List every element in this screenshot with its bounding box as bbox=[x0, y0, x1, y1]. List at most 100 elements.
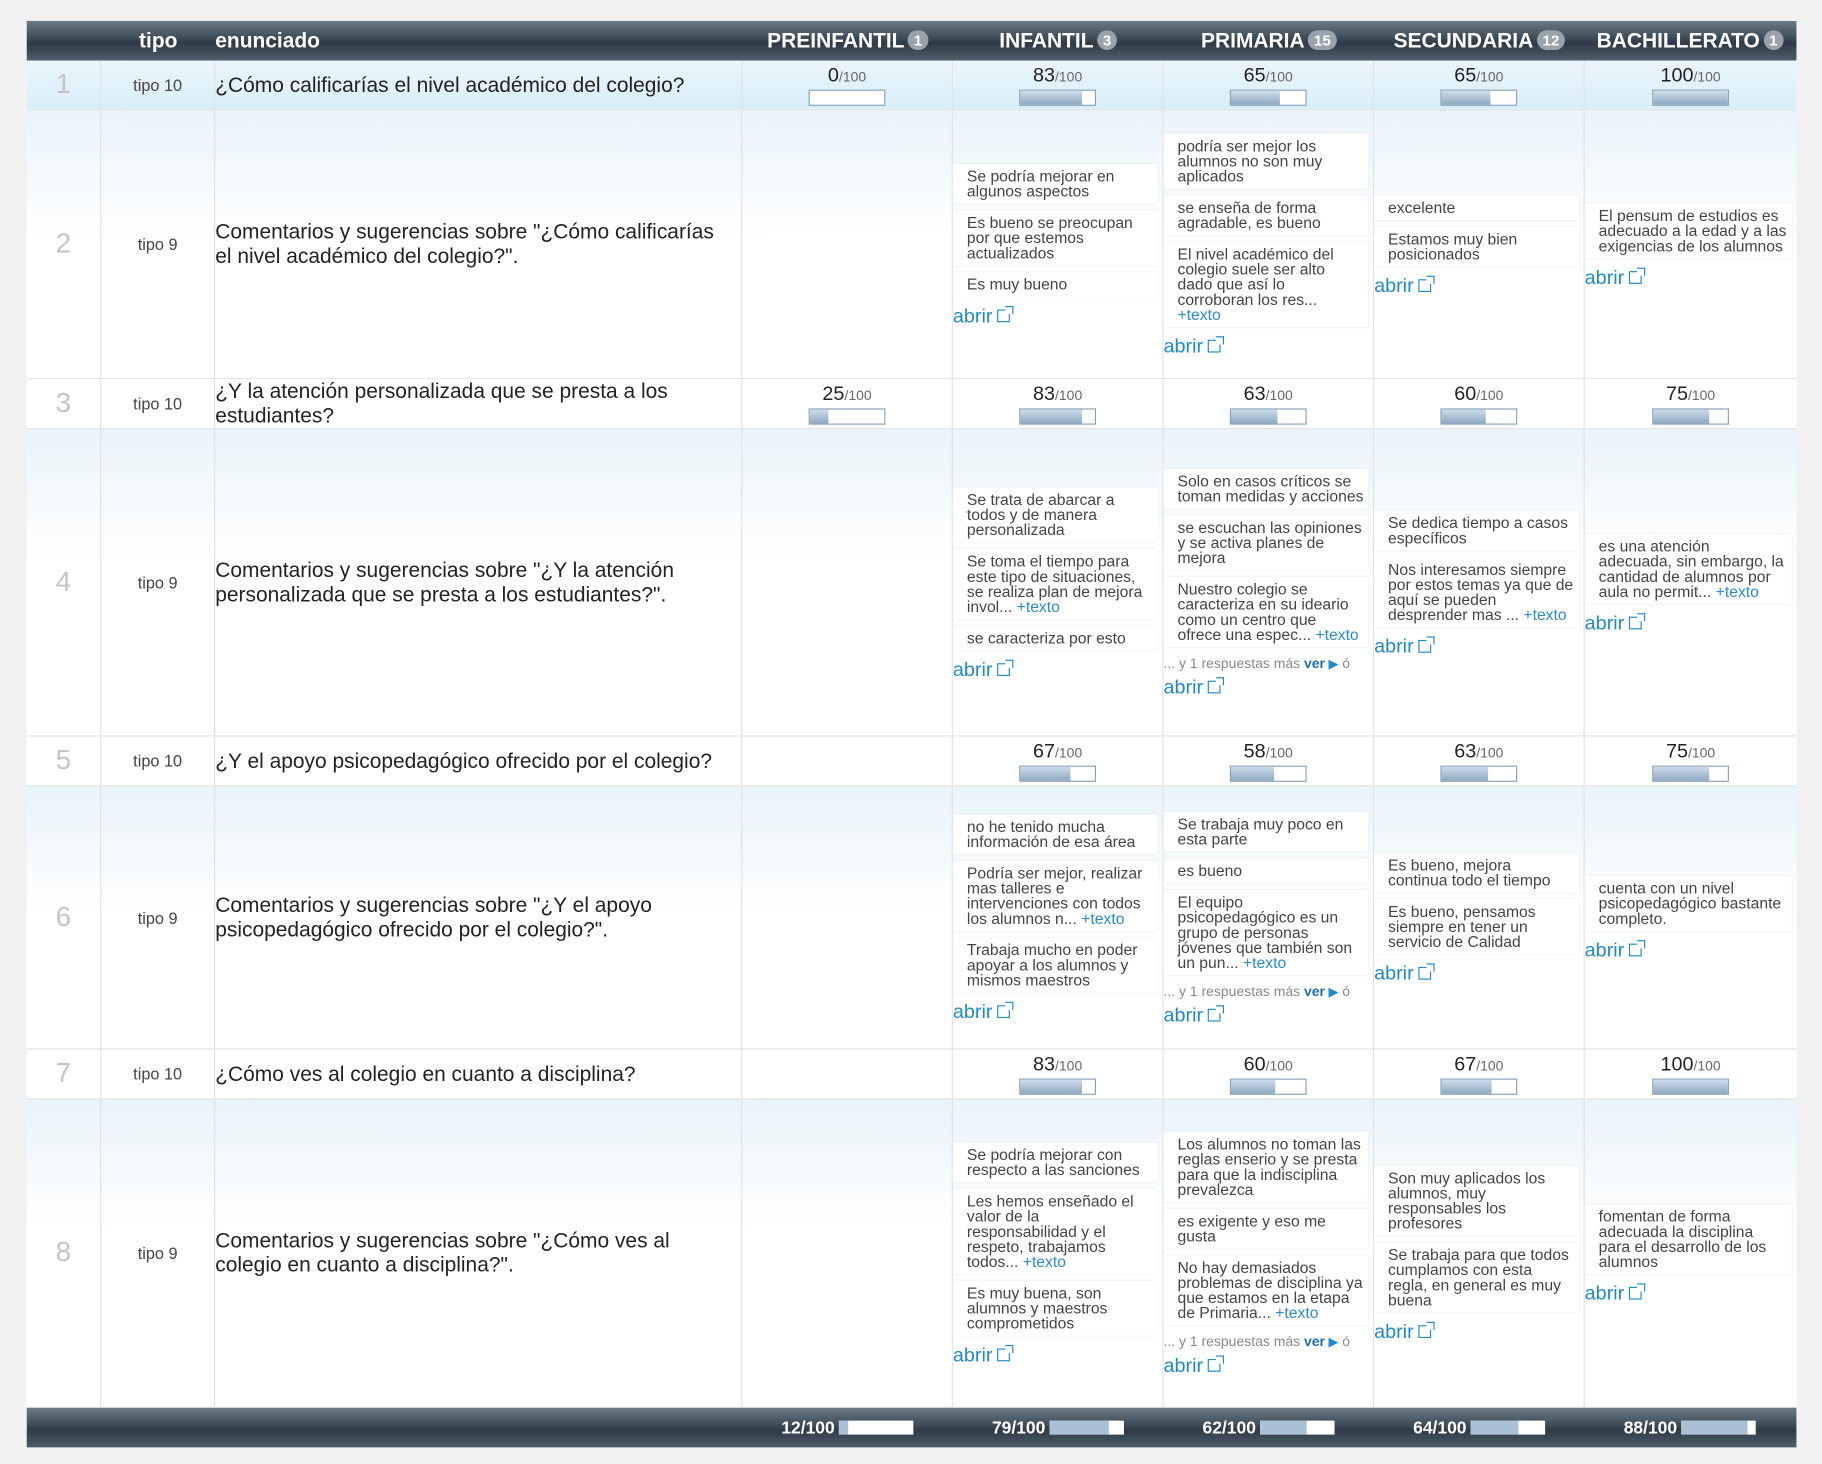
footer-bar-fill bbox=[839, 1420, 849, 1435]
external-link-icon[interactable] bbox=[1207, 677, 1225, 694]
comment-text: Se dedica tiempo a casos específicos bbox=[1388, 513, 1568, 547]
header-level-infantil[interactable]: INFANTIL 3 bbox=[953, 21, 1164, 61]
abrir-label[interactable]: abrir bbox=[1164, 1354, 1204, 1376]
abrir-label[interactable]: abrir bbox=[953, 305, 993, 327]
external-link-icon[interactable] bbox=[1418, 635, 1435, 653]
level-cell: 75/100 bbox=[1585, 379, 1797, 428]
more-answers-note: ... y 1 respuestas más ver ▶ ó bbox=[1164, 1333, 1369, 1349]
abrir-label[interactable]: abrir bbox=[1374, 635, 1414, 657]
abrir-link[interactable]: abrir bbox=[1374, 1321, 1579, 1344]
abrir-label[interactable]: abrir bbox=[1164, 676, 1204, 698]
comment-text: Es bueno, pensamos siempre en tener un s… bbox=[1388, 902, 1536, 951]
comment-text: fomentan de forma adecuada la disciplina… bbox=[1598, 1207, 1767, 1271]
header-level-primaria[interactable]: PRIMARIA 15 bbox=[1164, 21, 1375, 61]
abrir-link[interactable]: abrir bbox=[953, 1001, 1158, 1024]
more-text-link[interactable]: +texto bbox=[1523, 606, 1566, 623]
abrir-label[interactable]: abrir bbox=[953, 1001, 993, 1023]
more-answers-text: ... y 1 respuestas más bbox=[1163, 655, 1304, 672]
abrir-label[interactable]: abrir bbox=[1374, 274, 1414, 296]
abrir-link[interactable]: abrir bbox=[953, 658, 1158, 681]
abrir-label[interactable]: abrir bbox=[1164, 335, 1204, 357]
level-cell bbox=[742, 1099, 953, 1407]
comment-text: Se trabaja para que todos cumplamos con … bbox=[1388, 1246, 1569, 1309]
header-enunciado: enunciado bbox=[215, 29, 320, 53]
level-cell: Es bueno, mejora continua todo el tiempo… bbox=[1374, 786, 1585, 1049]
abrir-label[interactable]: abrir bbox=[1164, 1004, 1204, 1026]
external-link-icon[interactable] bbox=[1628, 612, 1646, 629]
external-link-icon[interactable] bbox=[1418, 963, 1435, 980]
play-triangle-icon[interactable]: ▶ bbox=[1325, 985, 1338, 999]
abrir-label[interactable]: abrir bbox=[1585, 1282, 1625, 1304]
external-link-icon[interactable] bbox=[1628, 940, 1646, 957]
external-link-icon[interactable] bbox=[997, 306, 1014, 323]
more-text-link[interactable]: +texto bbox=[1177, 306, 1220, 323]
abrir-label[interactable]: abrir bbox=[1374, 962, 1414, 984]
abrir-link[interactable]: abrir bbox=[1164, 676, 1369, 699]
header-level-preinfantil[interactable]: PREINFANTIL 1 bbox=[742, 21, 953, 61]
question-type: tipo 9 bbox=[101, 1099, 216, 1407]
abrir-link[interactable]: abrir bbox=[1585, 266, 1792, 289]
external-link-icon[interactable] bbox=[1418, 275, 1435, 292]
abrir-label[interactable]: abrir bbox=[953, 1344, 993, 1366]
more-text-link[interactable]: +texto bbox=[1716, 582, 1759, 599]
more-text-link[interactable]: +texto bbox=[1275, 1304, 1318, 1321]
external-link-icon[interactable] bbox=[997, 1345, 1014, 1362]
score-value: 100 bbox=[1660, 63, 1694, 87]
abrir-label[interactable]: abrir bbox=[953, 658, 993, 680]
comment-card: Se trabaja muy poco en esta parte bbox=[1163, 811, 1369, 852]
external-link-icon[interactable] bbox=[1207, 1355, 1225, 1372]
abrir-link[interactable]: abrir bbox=[1374, 635, 1579, 658]
comment-card: Les hemos enseñado el valor de la respon… bbox=[952, 1189, 1158, 1275]
more-text-link[interactable]: +texto bbox=[1023, 1253, 1066, 1270]
ver-link[interactable]: ver bbox=[1304, 983, 1325, 999]
level-cell: Se podría mejorar con respecto a las san… bbox=[952, 1099, 1164, 1407]
abrir-link[interactable]: abrir bbox=[1164, 1354, 1369, 1377]
comment-text: se escuchan las opiniones y se activa pl… bbox=[1177, 518, 1362, 567]
external-link-icon[interactable] bbox=[997, 1001, 1014, 1019]
header-level-secundaria[interactable]: SECUNDARIA 12 bbox=[1374, 21, 1585, 61]
comment-card: es una atención adecuada, sin embargo, l… bbox=[1584, 533, 1792, 604]
comment-text: No hay demasiados problemas de disciplin… bbox=[1177, 1258, 1363, 1322]
more-text-link[interactable]: +texto bbox=[1017, 597, 1060, 614]
comment-card: excelente bbox=[1374, 194, 1579, 220]
header-tipo: tipo bbox=[139, 29, 178, 53]
external-link-icon[interactable] bbox=[1628, 1283, 1646, 1300]
abrir-link[interactable]: abrir bbox=[1164, 335, 1369, 358]
level-cell: 67/100 bbox=[1374, 1049, 1585, 1099]
score-max: /100 bbox=[1476, 744, 1504, 761]
external-link-icon[interactable] bbox=[1207, 336, 1225, 353]
abrir-label[interactable]: abrir bbox=[1585, 611, 1625, 633]
score-max: /100 bbox=[1055, 1057, 1083, 1074]
level-cell: 100/100 bbox=[1585, 1049, 1797, 1098]
abrir-link[interactable]: abrir bbox=[1374, 274, 1579, 297]
external-link-icon[interactable] bbox=[1207, 1004, 1225, 1021]
abrir-link[interactable]: abrir bbox=[1374, 962, 1579, 985]
comment-card: El nivel académico del colegio suele ser… bbox=[1163, 242, 1369, 327]
comment-card: no he tenido mucha información de esa ár… bbox=[952, 814, 1158, 855]
score-value: 65 bbox=[1243, 63, 1266, 87]
abrir-link[interactable]: abrir bbox=[1585, 611, 1792, 634]
score-bar bbox=[1019, 408, 1097, 425]
comment-card: es exigente y eso me gusta bbox=[1163, 1208, 1369, 1249]
external-link-icon[interactable] bbox=[1628, 267, 1646, 284]
ver-link[interactable]: ver bbox=[1304, 655, 1325, 671]
abrir-label[interactable]: abrir bbox=[1585, 939, 1625, 961]
external-link-icon[interactable] bbox=[1418, 1321, 1435, 1339]
more-text-link[interactable]: +texto bbox=[1243, 953, 1286, 970]
header-level-bachillerato[interactable]: BACHILLERATO 1 bbox=[1585, 21, 1796, 61]
abrir-link[interactable]: abrir bbox=[1164, 1004, 1369, 1027]
abrir-link[interactable]: abrir bbox=[953, 1344, 1158, 1367]
level-cell: 100/100 bbox=[1585, 61, 1797, 110]
more-text-link[interactable]: +texto bbox=[1315, 626, 1358, 643]
abrir-label[interactable]: abrir bbox=[1374, 1321, 1414, 1343]
abrir-label[interactable]: abrir bbox=[1585, 266, 1625, 288]
abrir-link[interactable]: abrir bbox=[1585, 939, 1792, 962]
abrir-link[interactable]: abrir bbox=[953, 305, 1158, 328]
play-triangle-icon[interactable]: ▶ bbox=[1325, 657, 1338, 671]
external-link-icon[interactable] bbox=[997, 659, 1014, 676]
more-text-link[interactable]: +texto bbox=[1081, 910, 1124, 927]
row-number: 6 bbox=[27, 786, 102, 1049]
play-triangle-icon[interactable]: ▶ bbox=[1325, 1336, 1338, 1350]
abrir-link[interactable]: abrir bbox=[1585, 1282, 1792, 1305]
ver-link[interactable]: ver bbox=[1304, 1333, 1325, 1349]
